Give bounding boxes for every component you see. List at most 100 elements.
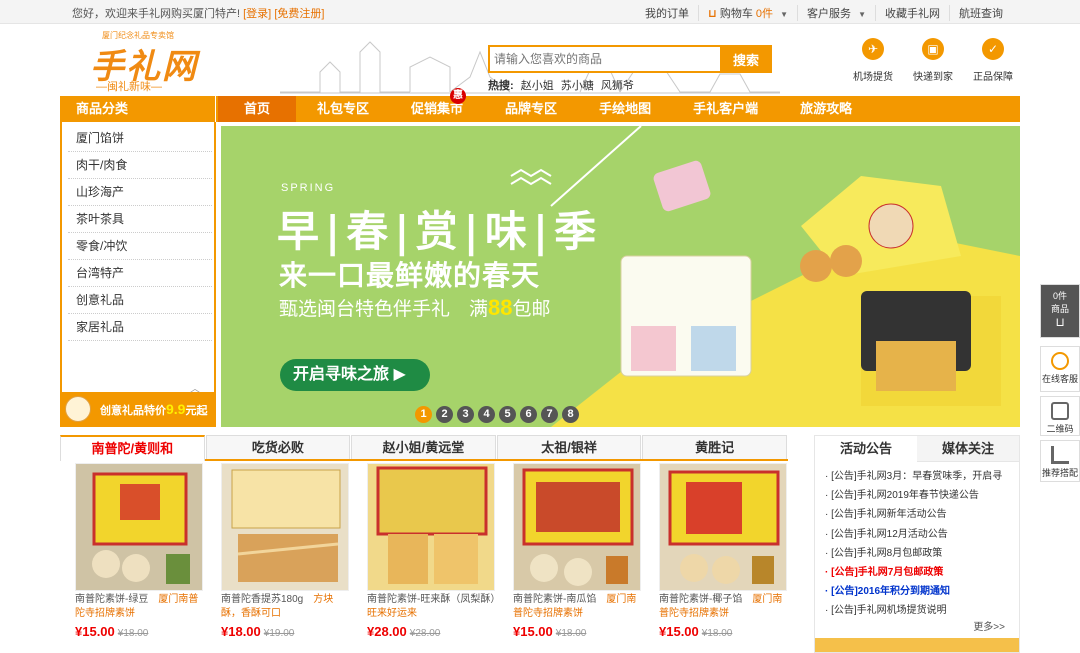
- cart-link[interactable]: ⊔ 购物车 0件 ▼: [698, 5, 797, 21]
- notice-tabs: 活动公告 媒体关注: [815, 436, 1019, 462]
- tab-nanputuo[interactable]: 南普陀/黄则和: [60, 435, 205, 461]
- product-old-price: ¥19.00: [263, 628, 295, 639]
- carousel-dot[interactable]: 1: [415, 406, 432, 423]
- search-input[interactable]: [490, 47, 722, 71]
- product-title: 南普陀素饼-旺来酥（凤梨酥）: [367, 594, 496, 605]
- tab-taizu[interactable]: 太祖/银祥: [496, 435, 642, 459]
- product-image[interactable]: [513, 463, 641, 591]
- product-image[interactable]: [75, 463, 203, 591]
- product-name[interactable]: 南普陀素饼-旺来酥（凤梨酥） 旺来好运来: [367, 593, 497, 621]
- category-item[interactable]: 厦门馅饼: [68, 125, 212, 152]
- product-image[interactable]: [221, 463, 349, 591]
- notice-list: · [公告]手礼网3月：早春赏味季，开启寻 · [公告]手礼网2019年春节快递…: [815, 462, 1019, 621]
- product-old-price: ¥18.00: [701, 628, 733, 639]
- banner-cta-label: 开启寻味之旅: [293, 366, 390, 383]
- nav-item-home[interactable]: 首页: [218, 96, 297, 122]
- notice-item[interactable]: · [公告]手礼网新年活动公告: [825, 505, 1019, 524]
- chat-icon: [1051, 352, 1069, 370]
- hot-term[interactable]: 风狮爷: [601, 80, 634, 92]
- category-item[interactable]: 肉干/肉食: [68, 152, 212, 179]
- product-price: ¥15.00: [513, 624, 553, 639]
- float-recommend[interactable]: 推荐搭配: [1040, 440, 1080, 482]
- category-menu-title[interactable]: 商品分类: [60, 96, 216, 122]
- carousel-dot[interactable]: 3: [457, 406, 474, 423]
- login-link[interactable]: [登录]: [243, 8, 271, 20]
- float-cart-count: 0件: [1052, 291, 1067, 301]
- banner-cta-button[interactable]: 开启寻味之旅 ▶: [280, 359, 430, 391]
- hot-term[interactable]: 赵小姐: [521, 80, 554, 92]
- tab-media[interactable]: 媒体关注: [917, 436, 1019, 462]
- product-name[interactable]: 南普陀素饼-椰子馅 厦门南普陀寺招牌素饼: [659, 593, 789, 621]
- nav-item-promotions[interactable]: 促销集市: [390, 96, 484, 122]
- hero-banner[interactable]: SPRING 早|春|赏|味|季 来一口最鲜嫩的春天 甄选闽台特色伴手礼 满88…: [221, 126, 1020, 427]
- my-orders-link[interactable]: 我的订单: [636, 5, 698, 21]
- search-box: 搜索: [488, 45, 772, 73]
- qr-code-icon: [1051, 402, 1069, 420]
- product-card[interactable]: 南普陀素饼-南瓜馅 厦门南普陀寺招牌素饼 ¥15.00 ¥18.00: [513, 463, 643, 639]
- nav-item-app[interactable]: 手礼客户端: [672, 96, 779, 122]
- category-item[interactable]: 茶叶茶具: [68, 206, 212, 233]
- float-qr-label: 二维码: [1046, 424, 1074, 434]
- notice-item[interactable]: · [公告]手礼网7月包邮政策: [825, 563, 1019, 582]
- service-airport-pickup[interactable]: ✈ 机场提货: [850, 38, 896, 83]
- mascot-icon: [65, 396, 91, 422]
- float-cart-label: 商品: [1050, 304, 1069, 314]
- sidebar-promo[interactable]: ︿ 创意礼品特价9.9元起: [62, 384, 214, 425]
- category-item[interactable]: 家居礼品: [68, 314, 212, 341]
- cart-count: 0件: [755, 8, 774, 20]
- product-card[interactable]: 南普陀素饼-椰子馅 厦门南普陀寺招牌素饼 ¥15.00 ¥18.00: [659, 463, 789, 639]
- service-delivery[interactable]: ▣ 快递到家: [910, 38, 956, 83]
- product-card[interactable]: 南普陀素饼-绿豆 厦门南普陀寺招牌素饼 ¥15.00 ¥18.00: [75, 463, 205, 639]
- product-name[interactable]: 南普陀素饼-南瓜馅 厦门南普陀寺招牌素饼: [513, 593, 643, 621]
- nav-item-brands[interactable]: 品牌专区: [484, 96, 578, 122]
- sale-banner[interactable]: [815, 638, 1019, 652]
- more-link[interactable]: 更多>>: [973, 618, 1005, 633]
- site-logo[interactable]: 厦门纪念礼品专卖馆 手礼网 —闽礼新味—: [88, 30, 198, 93]
- product-image[interactable]: [367, 463, 495, 591]
- float-online-service[interactable]: 在线客服: [1040, 346, 1080, 392]
- float-qr-code[interactable]: 二维码: [1040, 396, 1080, 436]
- hot-term[interactable]: 苏小糖: [561, 80, 594, 92]
- flight-link[interactable]: 航班查询: [949, 5, 1012, 21]
- search-button[interactable]: 搜索: [720, 45, 772, 73]
- notice-item[interactable]: · [公告]手礼网2019年春节快递公告: [825, 486, 1019, 505]
- carousel-dot[interactable]: 4: [478, 406, 495, 423]
- category-item[interactable]: 零食/冲饮: [68, 233, 212, 260]
- tab-huangshengji[interactable]: 黄胜记: [642, 435, 787, 459]
- welcome-area: 您好，欢迎来手礼网购买厦门特产! [登录] [免费注册]: [72, 5, 324, 21]
- service-genuine[interactable]: ✓ 正品保障: [970, 38, 1016, 83]
- chevron-down-icon: ▼: [780, 10, 789, 19]
- nav-item-travel[interactable]: 旅游攻略: [779, 96, 873, 122]
- chevron-up-icon: ︿: [190, 384, 200, 395]
- category-item[interactable]: 创意礼品: [68, 287, 212, 314]
- notice-item[interactable]: · [公告]手礼网12月活动公告: [825, 525, 1019, 544]
- tab-announcements[interactable]: 活动公告: [815, 436, 917, 462]
- tab-zhaoxiaojie[interactable]: 赵小姐/黄远堂: [351, 435, 496, 459]
- category-item[interactable]: 山珍海产: [68, 179, 212, 206]
- discount-badge: 惠: [450, 88, 466, 104]
- nav-item-map[interactable]: 手绘地图: [578, 96, 672, 122]
- notice-item[interactable]: · [公告]2016年积分到期通知: [825, 582, 1019, 601]
- category-item[interactable]: 台湾特产: [68, 260, 212, 287]
- carousel-dot[interactable]: 7: [541, 406, 558, 423]
- product-name[interactable]: 南普陀香提苏180g 方块酥，香酥可口: [221, 593, 351, 621]
- tab-foodie[interactable]: 吃货必败: [205, 435, 351, 459]
- hot-search-label: 热搜:: [488, 80, 514, 92]
- carousel-dot[interactable]: 5: [499, 406, 516, 423]
- product-card[interactable]: 南普陀香提苏180g 方块酥，香酥可口 ¥18.00 ¥19.00: [221, 463, 351, 639]
- notice-item[interactable]: · [公告]手礼网8月包邮政策: [825, 544, 1019, 563]
- favorite-link[interactable]: 收藏手礼网: [875, 5, 949, 21]
- product-image[interactable]: [659, 463, 787, 591]
- nav-item-gift-packs[interactable]: 礼包专区: [296, 96, 390, 122]
- carousel-dot[interactable]: 6: [520, 406, 537, 423]
- truck-icon: ▣: [922, 38, 944, 60]
- customer-service-link[interactable]: 客户服务 ▼: [797, 5, 875, 21]
- product-card[interactable]: 南普陀素饼-旺来酥（凤梨酥） 旺来好运来 ¥28.00 ¥28.00: [367, 463, 497, 639]
- carousel-dot[interactable]: 8: [562, 406, 579, 423]
- notice-item[interactable]: · [公告]手礼网3月：早春赏味季，开启寻: [825, 467, 1019, 486]
- product-name[interactable]: 南普陀素饼-绿豆 厦门南普陀寺招牌素饼: [75, 593, 205, 621]
- register-link[interactable]: [免费注册]: [274, 8, 324, 20]
- carousel-dot[interactable]: 2: [436, 406, 453, 423]
- float-cart[interactable]: 0件 商品 ⊔: [1040, 284, 1080, 338]
- service-label: 机场提货: [853, 72, 893, 83]
